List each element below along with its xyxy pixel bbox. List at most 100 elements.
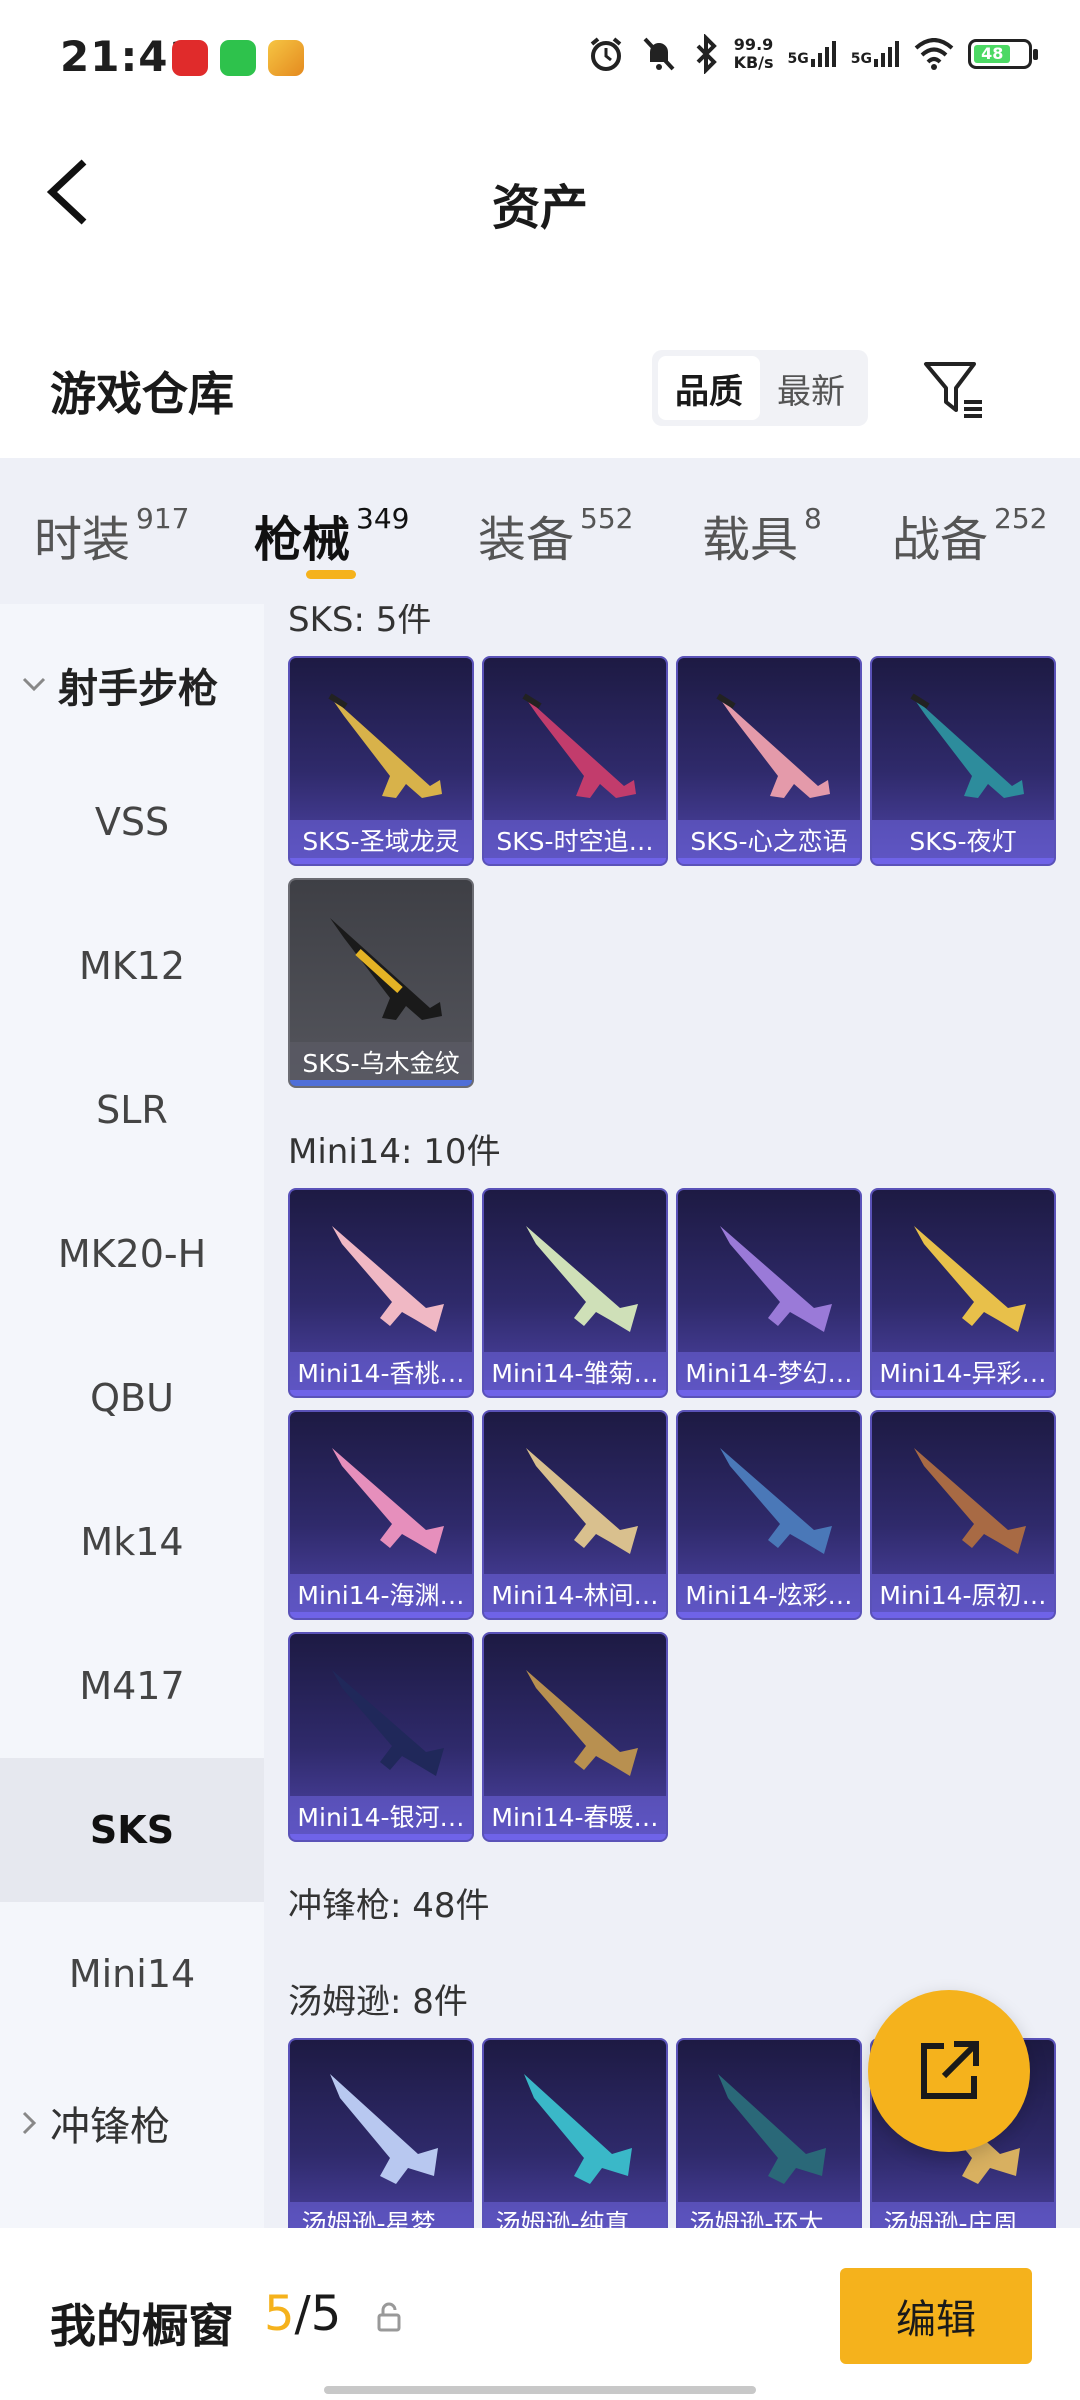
rarity-bar <box>678 1612 860 1618</box>
sidebar-item-mk20h[interactable]: MK20-H <box>0 1182 264 1326</box>
weapon-type-sidebar: 射手步枪 VSS MK12 SLR MK20-H QBU Mk14 M417 S… <box>0 604 264 2228</box>
share-export-icon <box>921 2041 979 2099</box>
skin-card[interactable]: Mini14-梦幻… <box>676 1188 862 1398</box>
sidebar-item-mini14[interactable]: Mini14 <box>0 1902 264 2046</box>
skin-card[interactable]: SKS-乌木金纹 <box>288 878 474 1088</box>
active-tab-indicator <box>306 570 356 579</box>
skin-card[interactable]: Mini14-银河… <box>288 1632 474 1842</box>
skin-card[interactable]: Mini14-海渊… <box>288 1410 474 1620</box>
skin-card[interactable]: Mini14-香桃… <box>288 1188 474 1398</box>
section-title-smg[interactable]: 冲锋枪: 48件 <box>288 1878 490 1927</box>
skin-card[interactable]: 汤姆逊-星梦… <box>288 2038 474 2228</box>
tab-supplies[interactable]: 战备 252 <box>892 500 1047 570</box>
chevron-right-icon <box>22 2111 37 2135</box>
home-indicator[interactable] <box>324 2386 756 2394</box>
rifle-icon <box>716 693 830 798</box>
skin-card[interactable]: Mini14-原初… <box>870 1410 1056 1620</box>
sidebar-item-mk14[interactable]: Mk14 <box>0 1470 264 1614</box>
rifle-icon <box>332 1670 444 1776</box>
section-title-mini14: Mini14: 10件 <box>288 1132 501 1172</box>
category-tabs: 时装 917 枪械 349 装备 552 载具 8 战备 252 <box>0 458 1080 604</box>
sort-toggle: 品质 最新 <box>652 350 868 426</box>
filter-button[interactable] <box>920 356 986 422</box>
edit-button[interactable]: 编辑 <box>840 2268 1032 2364</box>
rarity-bar <box>290 1834 472 1840</box>
rarity-bar <box>678 858 860 864</box>
sidebar-item-qbu[interactable]: QBU <box>0 1326 264 1470</box>
rarity-bar <box>290 1080 472 1086</box>
skin-card[interactable]: 汤姆逊-纯真… <box>482 2038 668 2228</box>
rarity-bar <box>872 1612 1054 1618</box>
showcase-label: 我的橱窗 <box>50 2299 234 2353</box>
rarity-bar <box>290 1612 472 1618</box>
sort-quality-option[interactable]: 品质 <box>658 356 760 420</box>
skin-name: 汤姆逊-纯真… <box>484 2202 666 2228</box>
rifle-icon <box>914 1226 1026 1332</box>
sidebar-group-smg[interactable]: 冲锋枪 <box>20 2094 170 2152</box>
app-header: 资产 <box>0 120 1080 270</box>
rarity-bar <box>678 1390 860 1396</box>
showcase-count: 5/5 <box>264 2286 342 2342</box>
sidebar-item-mk12[interactable]: MK12 <box>0 894 264 1038</box>
rifle-icon <box>332 1226 444 1332</box>
skin-name: 汤姆逊-星梦… <box>290 2202 472 2228</box>
section-title-sks: SKS: 5件 <box>288 604 432 640</box>
page-title: 资产 <box>491 180 588 236</box>
skin-card[interactable]: SKS-心之恋语 <box>676 656 862 866</box>
showcase-bar: 我的橱窗 5/5 编辑 <box>0 2228 1080 2400</box>
tab-vehicles[interactable]: 载具 8 <box>702 500 822 570</box>
sort-newest-option[interactable]: 最新 <box>760 356 862 420</box>
sidebar-item-sks[interactable]: SKS <box>0 1758 264 1902</box>
wifi-icon <box>914 38 954 70</box>
rarity-bar <box>290 858 472 864</box>
rarity-bar <box>872 1390 1054 1396</box>
share-button[interactable] <box>868 1990 1030 2152</box>
wechat-icon <box>220 40 256 76</box>
lock-icon <box>377 2302 401 2332</box>
tab-equipment[interactable]: 装备 552 <box>478 500 633 570</box>
rifle-icon <box>332 1448 444 1554</box>
skin-card[interactable]: SKS-夜灯 <box>870 656 1056 866</box>
tab-fashion[interactable]: 时装 917 <box>34 500 189 570</box>
warehouse-title: 游戏仓库 <box>50 367 234 421</box>
skin-card[interactable]: SKS-时空追… <box>482 656 668 866</box>
rarity-bar <box>872 858 1054 864</box>
skin-grid: SKS: 5件 SKS-圣域龙灵 SKS-时空追… SKS-心之恋语 SKS-夜… <box>264 604 1080 2228</box>
sidebar-item-slr[interactable]: SLR <box>0 1038 264 1182</box>
filter-icon <box>924 362 982 418</box>
skin-card[interactable]: Mini14-雏菊… <box>482 1188 668 1398</box>
rifle-icon <box>910 693 1024 798</box>
skin-card[interactable]: Mini14-异彩… <box>870 1188 1056 1398</box>
rarity-bar <box>484 1834 666 1840</box>
skin-card[interactable]: 汤姆逊-环太… <box>676 2038 862 2228</box>
mute-icon <box>643 37 675 71</box>
netease-music-icon <box>172 40 208 76</box>
chevron-down-icon <box>22 677 46 692</box>
rarity-bar <box>290 1390 472 1396</box>
signal-2: 5G <box>851 41 900 67</box>
sidebar-item-vss[interactable]: VSS <box>0 750 264 894</box>
skin-card[interactable]: SKS-圣域龙灵 <box>288 656 474 866</box>
rifle-icon <box>526 1448 638 1554</box>
skin-name: 汤姆逊-环太… <box>678 2202 860 2228</box>
rarity-bar <box>484 1390 666 1396</box>
rifle-icon <box>720 1448 832 1554</box>
sidebar-group-marksman-rifles[interactable]: 射手步枪 <box>20 656 218 714</box>
skin-card[interactable]: Mini14-林间… <box>482 1410 668 1620</box>
signal-bars-icon <box>874 41 899 67</box>
tab-guns[interactable]: 枪械 349 <box>254 500 409 570</box>
sidebar-item-m417[interactable]: M417 <box>0 1614 264 1758</box>
net-speed: 99.9 KB/s <box>733 35 774 72</box>
status-bar: 21:41 99.9 KB/s 5G 5G 48 <box>0 0 1080 120</box>
skin-card[interactable]: Mini14-春暖… <box>482 1632 668 1842</box>
signal-bars-icon <box>810 41 836 67</box>
skin-card[interactable]: Mini14-炫彩… <box>676 1410 862 1620</box>
warehouse-header: 游戏仓库 品质 最新 <box>0 330 1080 450</box>
notification-icons <box>172 40 304 76</box>
smg-icon <box>718 2074 826 2184</box>
skin-name: 汤姆逊-庄周… <box>872 2202 1054 2228</box>
alarm-icon <box>590 37 621 71</box>
rifle-icon <box>914 1448 1026 1554</box>
smg-icon <box>524 2074 632 2184</box>
rifle-icon <box>526 1670 638 1776</box>
